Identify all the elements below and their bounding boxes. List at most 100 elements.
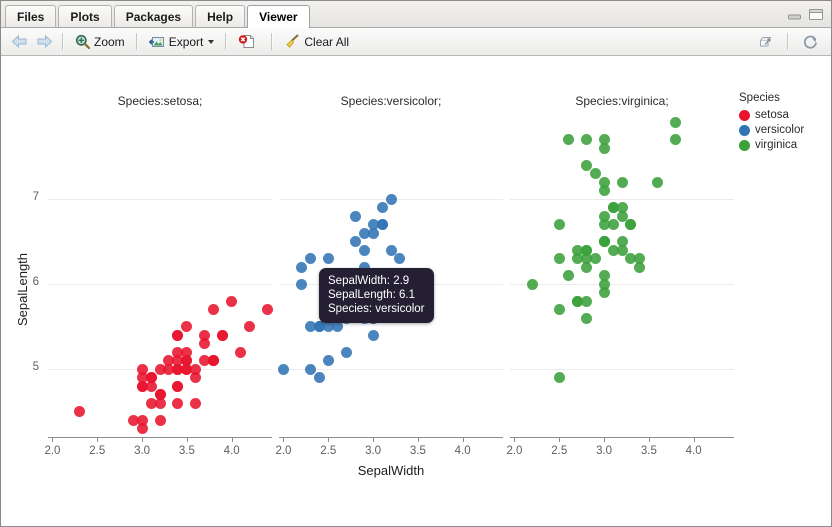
scatter-point[interactable] xyxy=(244,321,256,332)
scatter-point[interactable] xyxy=(553,304,565,315)
scatter-point[interactable] xyxy=(226,295,238,307)
scatter-point[interactable] xyxy=(172,397,184,409)
y-axis-tick-label: 5 xyxy=(32,361,39,373)
legend-item-versicolor[interactable]: versicolor xyxy=(739,124,823,136)
scatter-point[interactable] xyxy=(172,380,184,392)
scatter-point[interactable] xyxy=(145,372,157,383)
tab-files[interactable]: Files xyxy=(5,5,57,27)
scatter-point[interactable] xyxy=(136,363,148,375)
scatter-point[interactable] xyxy=(181,346,193,358)
scatter-point[interactable] xyxy=(208,355,220,366)
scatter-point[interactable] xyxy=(616,176,628,188)
scatter-point[interactable] xyxy=(607,202,619,213)
scatter-point[interactable] xyxy=(598,236,610,247)
scatter-point[interactable] xyxy=(181,321,193,332)
x-axis-tick xyxy=(283,438,284,442)
back-button[interactable] xyxy=(7,30,32,53)
scatter-point[interactable] xyxy=(349,210,361,222)
scatter-point[interactable] xyxy=(367,329,379,341)
scatter-point[interactable] xyxy=(634,261,646,273)
clear-all-button[interactable]: Clear All xyxy=(278,30,355,53)
scatter-point[interactable] xyxy=(589,168,601,179)
scatter-point[interactable] xyxy=(526,278,538,290)
scatter-point[interactable] xyxy=(580,134,592,145)
x-axis-tick-label: 3.5 xyxy=(640,445,657,457)
scatter-point[interactable] xyxy=(172,329,184,341)
scatter-point[interactable] xyxy=(571,295,583,307)
x-axis-tick xyxy=(418,438,419,442)
scatter-point[interactable] xyxy=(262,304,274,315)
tab-plots[interactable]: Plots xyxy=(58,5,112,27)
panel-title: Species:setosa; xyxy=(117,94,203,108)
scatter-point[interactable] xyxy=(277,363,289,375)
scatter-point[interactable] xyxy=(376,219,388,230)
x-axis-tick xyxy=(97,438,98,442)
scatter-point[interactable] xyxy=(190,372,202,383)
scatter-point[interactable] xyxy=(394,253,406,264)
scatter-point[interactable] xyxy=(136,380,148,392)
scatter-point[interactable] xyxy=(313,372,325,383)
tab-viewer[interactable]: Viewer xyxy=(247,5,310,28)
scatter-point[interactable] xyxy=(295,278,307,290)
forward-button[interactable] xyxy=(32,30,57,53)
maximize-icon[interactable] xyxy=(808,8,824,26)
y-axis-tick-label: 7 xyxy=(32,191,39,203)
scatter-point[interactable] xyxy=(154,397,166,409)
x-axis-tick xyxy=(232,438,233,442)
tab-packages[interactable]: Packages xyxy=(113,5,194,27)
scatter-point[interactable] xyxy=(598,219,610,230)
scatter-point[interactable] xyxy=(376,202,388,213)
scatter-point[interactable] xyxy=(580,159,592,171)
scatter-point[interactable] xyxy=(358,244,370,256)
scatter-point[interactable] xyxy=(217,329,229,341)
scatter-point[interactable] xyxy=(598,176,610,188)
scatter-point[interactable] xyxy=(190,397,202,409)
scatter-point[interactable] xyxy=(235,346,247,358)
scatter-point[interactable] xyxy=(136,414,148,426)
scatter-point[interactable] xyxy=(598,287,610,298)
legend-item-label: virginica xyxy=(755,139,798,151)
scatter-point[interactable] xyxy=(598,134,610,145)
scatter-point[interactable] xyxy=(670,117,682,128)
scatter-point[interactable] xyxy=(553,253,565,264)
scatter-point[interactable] xyxy=(553,372,565,383)
viewer-content[interactable]: 5 6 7 SepalLength Species:setosa; 2.0 2.5 3.0 3.… xyxy=(1,56,831,526)
scatter-point[interactable] xyxy=(553,219,565,230)
scatter-point[interactable] xyxy=(73,406,85,417)
chevron-down-icon[interactable] xyxy=(208,39,215,44)
scatter-point[interactable] xyxy=(349,236,361,247)
scatter-point[interactable] xyxy=(625,219,637,230)
minimize-icon[interactable] xyxy=(787,8,802,26)
scatter-point[interactable] xyxy=(181,363,193,375)
legend-item-setosa[interactable]: setosa xyxy=(739,109,823,121)
tab-help[interactable]: Help xyxy=(195,5,246,27)
scatter-point[interactable] xyxy=(208,304,220,315)
scatter-point[interactable] xyxy=(562,270,574,281)
scatter-point[interactable] xyxy=(580,253,592,264)
x-axis-tick xyxy=(463,438,464,442)
scatter-point[interactable] xyxy=(304,253,316,264)
scatter-point[interactable] xyxy=(340,346,352,358)
refresh-button[interactable] xyxy=(796,30,825,53)
scatter-point[interactable] xyxy=(580,312,592,324)
export-button[interactable]: Export xyxy=(143,30,221,53)
scatter-point[interactable] xyxy=(295,261,307,273)
scatter-point[interactable] xyxy=(154,414,166,426)
remove-plot-button[interactable] xyxy=(232,30,266,53)
scatter-point[interactable] xyxy=(322,253,334,264)
legend-item-virginica[interactable]: virginica xyxy=(739,139,823,151)
scatter-point[interactable] xyxy=(199,338,211,349)
publish-button[interactable] xyxy=(750,30,780,53)
x-axis-tick-label: 2.0 xyxy=(275,445,292,457)
scatter-point[interactable] xyxy=(652,176,664,188)
legend-item-label: versicolor xyxy=(755,124,805,136)
scatter-point[interactable] xyxy=(163,363,175,375)
scatter-point[interactable] xyxy=(607,244,619,256)
scatter-point[interactable] xyxy=(385,193,397,205)
scatter-point[interactable] xyxy=(304,363,316,375)
zoom-button[interactable]: Zoom xyxy=(69,30,131,53)
scatter-point[interactable] xyxy=(670,134,682,145)
x-axis-tick-label: 2.0 xyxy=(506,445,523,457)
scatter-point[interactable] xyxy=(562,134,574,145)
scatter-point[interactable] xyxy=(322,355,334,366)
